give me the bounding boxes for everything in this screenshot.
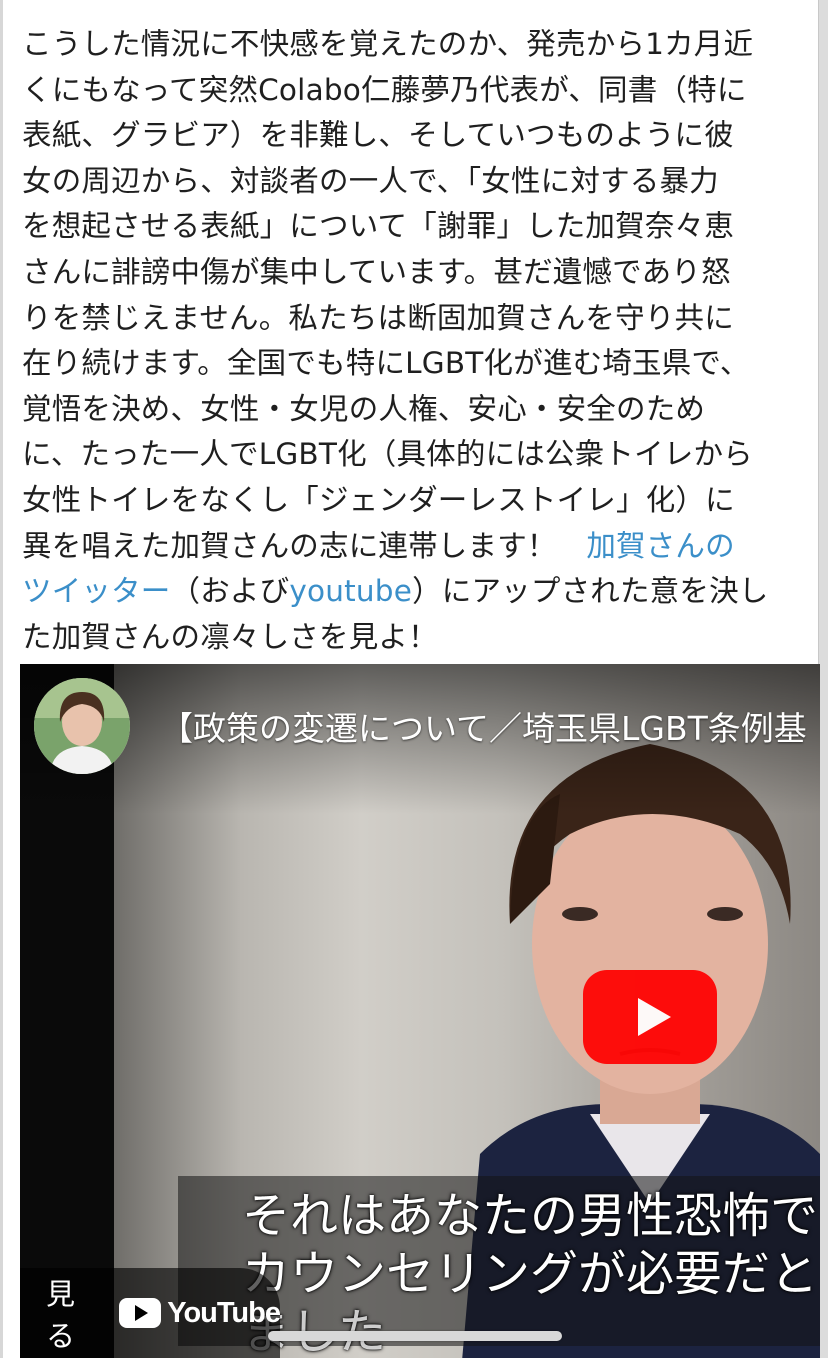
article-line: た加賀さんの凛々しさを見よ！: [22, 619, 438, 654]
article-line: 異を唱えた加賀さんの志に連帯します！ 加賀さんの: [22, 524, 812, 570]
youtube-play-icon: [119, 1298, 162, 1328]
article-line: に、たった一人でLGBT化（具体的には公衆トイレから: [22, 437, 753, 472]
kaga-twitter-link[interactable]: 加賀さんの: [586, 529, 735, 563]
page-left-border: [0, 0, 3, 1358]
play-button[interactable]: [583, 970, 717, 1064]
youtube-link[interactable]: youtube: [289, 574, 412, 608]
youtube-video-embed[interactable]: 【政策の変遷について／埼玉県LGBT条例基 それはあなたの男性恐怖で カウンセリ…: [20, 664, 820, 1358]
youtube-logo: YouTube: [119, 1296, 281, 1330]
article-line: りを禁じえません。私たちは断固加賀さんを守り共に: [22, 300, 734, 335]
article-line: 覚悟を決め、女性・女児の人権、安心・安全のため: [22, 391, 706, 426]
article-text: ）にアップされた意を決し: [412, 574, 769, 609]
article-text: 異を唱えた加賀さんの志に連帯します！: [22, 528, 587, 563]
article-line: さんに誹謗中傷が集中しています。甚だ遺憾であり怒: [22, 254, 731, 289]
article-line: ツイッター（およびyoutube）にアップされた意を決し: [22, 569, 812, 615]
article-line: こうした情況に不快感を覚えたのか、発売から1カ月近: [22, 27, 754, 61]
article-body: こうした情況に不快感を覚えたのか、発売から1カ月近 くにもなって突然Colabo…: [22, 22, 812, 660]
watch-on-youtube-button[interactable]: 見る YouTube: [20, 1268, 281, 1358]
article-line: 女性トイレをなくし「ジェンダーレストイレ」化）に: [22, 482, 735, 517]
article-text: （および: [170, 574, 290, 609]
article-line: 表紙、グラビア）を非難し、そしていつものように彼: [22, 118, 734, 153]
avatar-portrait-icon: [34, 678, 130, 774]
article-line: を想起させる表紙」について「謝罪」した加賀奈々恵: [22, 209, 734, 244]
article-line: 在り続けます。全国でも特にLGBT化が進む埼玉県で、: [22, 346, 750, 381]
article-line: くにもなって突然Colabo仁藤夢乃代表が、同書（特に: [22, 72, 747, 107]
home-indicator[interactable]: [268, 1331, 562, 1341]
channel-avatar[interactable]: [34, 678, 130, 774]
play-icon: [637, 998, 671, 1036]
article-line: 女の周辺から、対談者の一人で、「女性に対する暴力: [22, 163, 719, 198]
watch-label: 見る: [46, 1277, 76, 1353]
youtube-logo-text: YouTube: [167, 1296, 281, 1329]
kaga-twitter-link-cont[interactable]: ツイッター: [22, 574, 171, 608]
video-title[interactable]: 【政策の変遷について／埼玉県LGBT条例基: [160, 702, 820, 750]
